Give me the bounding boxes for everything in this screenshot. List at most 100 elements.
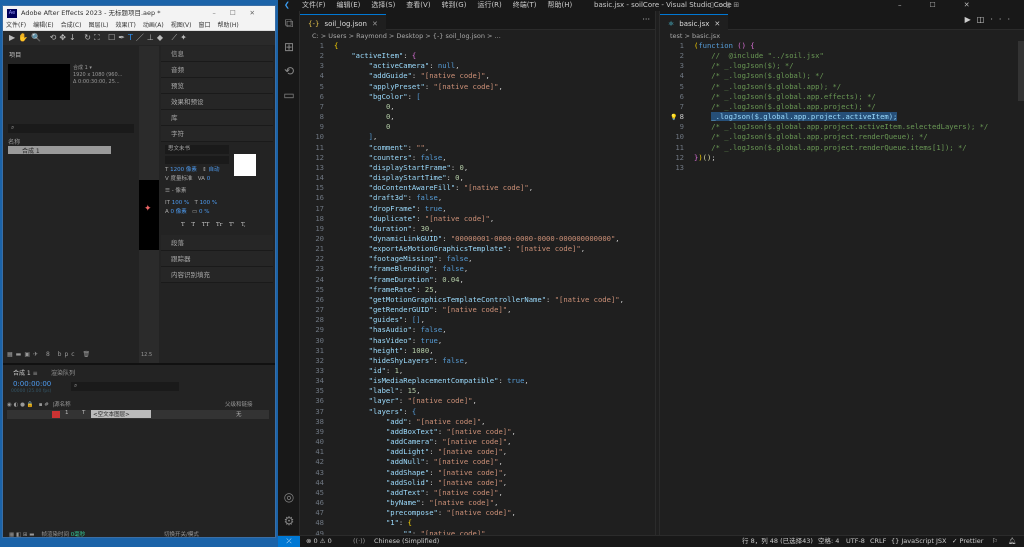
bpc-button[interactable]: 8 bpc [46,351,78,358]
code-line[interactable]: 24 "frameDuration": 0.04, [300,275,655,285]
menu-view[interactable]: 查看(V) [406,1,430,9]
prettier-status[interactable]: ✓ Prettier [952,536,983,547]
code-line[interactable]: 3 /* _.logJson($); */ [660,61,1018,71]
code-line[interactable]: 12 "counters": false, [300,153,655,163]
code-line[interactable]: 21 "exportAsMotionGraphicsTemplate": "[n… [300,244,655,254]
code-line[interactable]: 18 "duplicate": "[native code]", [300,214,655,224]
code-line[interactable]: 44 "addSolid": "[native code]", [300,478,655,488]
code-line[interactable]: 16 "draft3d": false, [300,193,655,203]
panel-character[interactable]: 字符 [161,126,273,142]
account-icon[interactable]: ◎ [278,485,300,509]
code-line[interactable]: 11 /* _.logJson($.global.app.project.ren… [660,143,1018,153]
code-line[interactable]: 28 "guides": [], [300,315,655,325]
notifications-icon[interactable]: 🔔︎ [1008,536,1016,547]
timecode[interactable]: 0:00:00:00 [13,380,51,388]
ae-toolbar[interactable]: ▶✋🔍 ⟲✥↓ ↻⛶ ☐✒T／⊥◆ ⟋✦ [3,31,275,45]
code-line[interactable]: 23 "frameBlending": false, [300,264,655,274]
code-line[interactable]: 15 "doContentAwareFill": "[native code]"… [300,183,655,193]
code-line[interactable]: 10 /* _.logJson($.global.app.project.ren… [660,132,1018,142]
menu-layer[interactable]: 图层(L) [89,22,109,29]
code-line[interactable]: 34 "isMediaReplacementCompatible": true, [300,376,655,386]
window-controls[interactable]: –☐✕ [898,0,998,11]
layout-toggle-icons[interactable]: ▯▭▯⊞ [710,0,742,11]
window-controls[interactable]: –☐✕ [212,6,269,21]
code-line[interactable]: 42 "addNull": "[native code]", [300,457,655,467]
tab-render-queue[interactable]: 渲染队列 [51,370,75,377]
project-item-comp[interactable]: 合成 1 [8,146,111,155]
stroke-width-value[interactable]: - 像素 [172,188,187,194]
code-line[interactable]: 31 "height": 1080, [300,346,655,356]
code-line[interactable]: 5 "applyPreset": "[native code]", [300,82,655,92]
menu-edit[interactable]: 编辑(E) [337,1,361,9]
fill-color-swatch[interactable] [234,154,256,176]
menu-effect[interactable]: 效果(T) [116,22,136,29]
split-editor-icon[interactable]: ◫ [977,15,991,24]
code-line[interactable]: 32 "hideShyLayers": false, [300,356,655,366]
code-line[interactable]: 10 ], [300,132,655,142]
more-actions-icon[interactable]: ··· [642,15,650,24]
code-line[interactable]: 46 "byName": "[native code]", [300,498,655,508]
menu-file[interactable]: 文件(F) [6,22,26,29]
font-size-value[interactable]: 1200 像素 [170,167,197,173]
broadcast-icon[interactable]: ((·)) [353,536,365,547]
text-style-buttons[interactable]: T T TT Tr T' T, [181,221,269,230]
language-pack-hint[interactable]: Chinese (Simplified) [374,536,439,547]
code-line[interactable]: 13 [660,163,1018,173]
encoding[interactable]: UTF-8 [846,536,865,547]
menu-terminal[interactable]: 终端(T) [513,1,537,9]
font-family-select[interactable]: 思文未书 [165,145,229,154]
code-line[interactable]: 2 "activeItem": { [300,51,655,61]
settings-gear-icon[interactable]: ⚙ [278,509,300,533]
code-line[interactable]: 35 "label": 15, [300,386,655,396]
code-line[interactable]: 27 "getRenderGUID": "[native code]", [300,305,655,315]
tab-comp1[interactable]: 合成 1 [13,370,31,377]
lightbulb-icon[interactable]: 💡 [670,114,677,121]
menu-help[interactable]: 帮助(H) [548,1,573,9]
code-line[interactable]: 14 "displayStartTime": 0, [300,173,655,183]
close-icon[interactable]: ✕ [372,20,378,28]
baseline-shift-value[interactable]: 0 像素 [171,209,187,215]
code-line[interactable]: 12})(); [660,153,1018,163]
code-line[interactable]: 5 /* _.logJson($.global.app); */ [660,82,1018,92]
more-actions-icon[interactable]: ··· [990,15,1016,24]
code-line[interactable]: 7 /* _.logJson($.global.app.project); */ [660,102,1018,112]
leading-value[interactable]: 自动 [208,167,219,173]
problems-indicator[interactable]: ⊗ 0 ⚠ 0 [306,536,332,547]
menu-animation[interactable]: 动画(A) [143,22,164,29]
panel-content-aware-fill[interactable]: 内容识别填充 [161,267,273,283]
cursor-position[interactable]: 行 8，列 48 (已选择43) [742,536,813,547]
code-line[interactable]: 9 /* _.logJson($.global.app.project.acti… [660,122,1018,132]
code-line[interactable]: 2 // @include "../soil.jsx" [660,51,1018,61]
code-line[interactable]: 3 "activeCamera": null, [300,61,655,71]
code-line[interactable]: 33 "id": 1, [300,366,655,376]
menu-view[interactable]: 视图(V) [171,22,192,29]
code-line[interactable]: 37 "layers": { [300,407,655,417]
code-line[interactable]: 43 "addShape": "[native code]", [300,468,655,478]
vertical-scale-value[interactable]: 100 % [172,200,189,206]
toggle-switches-modes[interactable]: 切换开关/模式 [164,530,199,538]
feedback-icon[interactable]: ⚐ [992,536,998,547]
code-line[interactable]: 6 "bgColor": [ [300,92,655,102]
panel-info[interactable]: 信息 [161,46,273,62]
code-line[interactable]: 8 0, [300,112,655,122]
scrollbar[interactable] [1018,41,1024,101]
code-line[interactable]: 1 (function () { [660,41,1018,51]
panel-tracker[interactable]: 跟踪器 [161,251,273,267]
run-icon[interactable]: ▶ [965,15,977,24]
menu-composition[interactable]: 合成(C) [61,22,82,29]
code-line[interactable]: 22 "footageMissing": false, [300,254,655,264]
menu-run[interactable]: 运行(R) [477,1,501,9]
code-line[interactable]: 6 /* _.logJson($.global.app.effects); */ [660,92,1018,102]
panel-audio[interactable]: 音频 [161,62,273,78]
code-line[interactable]: 25 "frameRate": 25, [300,285,655,295]
code-line[interactable]: 30 "hasVideo": true, [300,336,655,346]
language-mode[interactable]: {} JavaScript JSX [891,536,946,547]
menu-window[interactable]: 窗口 [198,22,210,29]
indentation[interactable]: 空格: 4 [818,536,839,547]
end-of-line[interactable]: CRLF [870,536,886,547]
code-line[interactable]: 26 "getMotionGraphicsTemplateControllerN… [300,295,655,305]
right-breadcrumb[interactable]: test > basic.jsx [660,31,1024,41]
code-line[interactable]: 19 "duration": 30, [300,224,655,234]
horizontal-scale-value[interactable]: 100 % [200,200,217,206]
code-line[interactable]: 11 "comment": "", [300,143,655,153]
